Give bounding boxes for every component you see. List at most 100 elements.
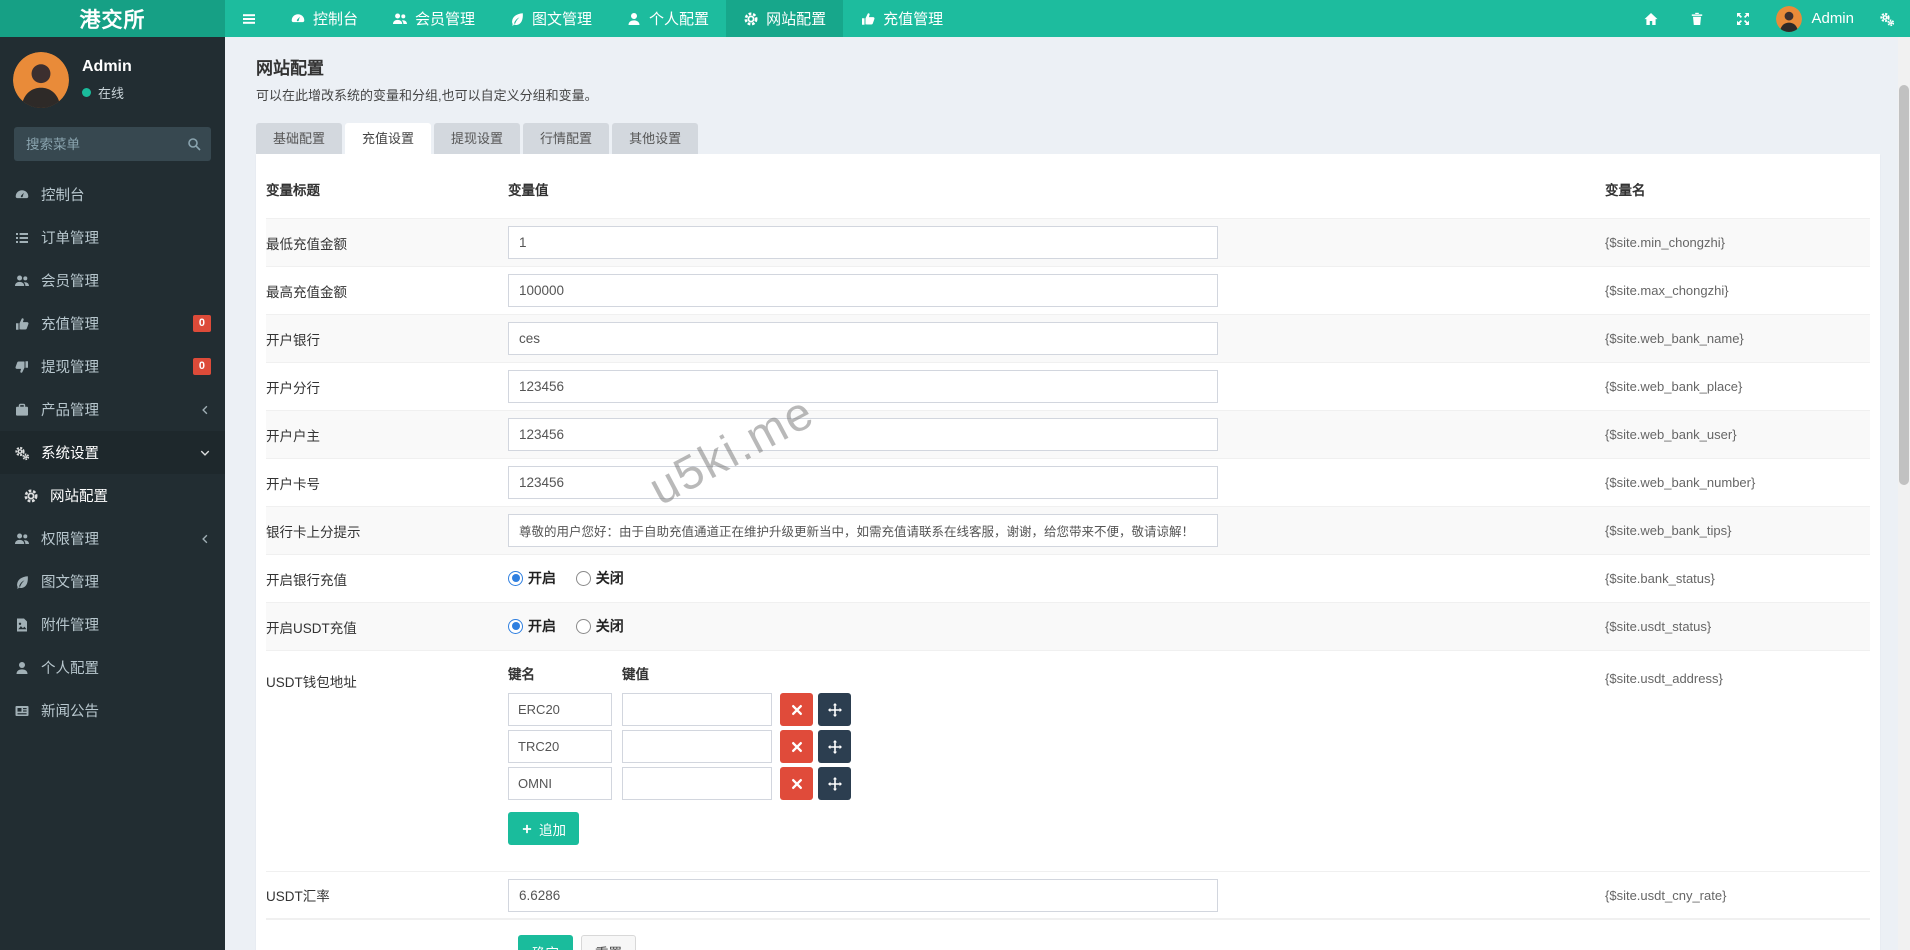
move-key-button[interactable]	[818, 730, 851, 763]
kv-key-input[interactable]	[508, 767, 612, 800]
variable-name: {$site.web_bank_place}	[1605, 379, 1870, 394]
form-row-bank-name: 开户银行 {$site.web_bank_name}	[266, 314, 1870, 362]
navbar-right: Admin	[1628, 0, 1910, 37]
usdt-status-on-radio[interactable]: 开启	[508, 616, 556, 636]
move-icon	[827, 739, 843, 755]
brand-logo[interactable]: 港交所	[0, 0, 225, 37]
leaf-icon	[14, 574, 30, 590]
sidebar-item-news[interactable]: 新闻公告	[0, 689, 225, 732]
submit-button[interactable]: 确定	[518, 935, 573, 950]
sidebar-item-profile[interactable]: 个人配置	[0, 646, 225, 689]
delete-key-button[interactable]	[780, 693, 813, 726]
scrollbar-thumb[interactable]	[1899, 85, 1909, 485]
append-button-label: 追加	[539, 819, 566, 839]
column-header-value: 变量值	[508, 179, 1605, 199]
file-image-icon	[14, 617, 30, 633]
nav-item-label: 会员管理	[415, 8, 475, 29]
form-row-bank-status: 开启银行充值 开启 关闭 {$site.bank_status}	[266, 554, 1870, 602]
move-key-button[interactable]	[818, 693, 851, 726]
bank-status-on-radio[interactable]: 开启	[508, 568, 556, 588]
nav-item-dashboard[interactable]: 控制台	[273, 0, 375, 37]
nav-item-content[interactable]: 图文管理	[492, 0, 609, 37]
field-label: 最高充值金额	[266, 281, 508, 301]
sidebar-item-label: 网站配置	[50, 485, 108, 506]
sidebar-item-site-config[interactable]: 网站配置	[0, 474, 225, 517]
sidebar-item-members[interactable]: 会员管理	[0, 259, 225, 302]
field-label: 开户户主	[266, 425, 508, 445]
usdt-rate-input[interactable]	[508, 879, 1218, 912]
sidebar-item-label: 新闻公告	[41, 700, 99, 721]
field-label: 开户分行	[266, 377, 508, 397]
gears-icon	[14, 445, 30, 461]
tab-market-config[interactable]: 行情配置	[523, 123, 609, 154]
kv-key-input[interactable]	[508, 730, 612, 763]
sidebar-toggle-button[interactable]	[225, 0, 273, 37]
radio-selected-icon	[508, 571, 523, 586]
fullscreen-button[interactable]	[1720, 11, 1766, 27]
bank-tips-input[interactable]	[508, 514, 1218, 547]
table-header: 变量标题 变量值 变量名	[266, 164, 1870, 218]
kv-value-input[interactable]	[622, 730, 772, 763]
kv-value-input[interactable]	[622, 767, 772, 800]
sidebar-item-orders[interactable]: 订单管理	[0, 216, 225, 259]
usdt-status-off-radio[interactable]: 关闭	[576, 616, 624, 636]
users-icon	[14, 273, 30, 289]
nav-item-recharge[interactable]: 充值管理	[843, 0, 960, 37]
bank-status-off-radio[interactable]: 关闭	[576, 568, 624, 588]
form-row-bank-card-number: 开户卡号 {$site.web_bank_number}	[266, 458, 1870, 506]
user-menu[interactable]: Admin	[1766, 6, 1864, 32]
bank-branch-input[interactable]	[508, 370, 1218, 403]
sidebar-item-permissions[interactable]: 权限管理	[0, 517, 225, 560]
column-header-name: 变量名	[1605, 179, 1870, 199]
bank-card-number-input[interactable]	[508, 466, 1218, 499]
kv-value-input[interactable]	[622, 693, 772, 726]
avatar	[13, 52, 69, 108]
sidebar-item-system-settings[interactable]: 系统设置	[0, 431, 225, 474]
sidebar-item-dashboard[interactable]: 控制台	[0, 173, 225, 216]
sidebar-item-withdraw[interactable]: 提现管理 0	[0, 345, 225, 388]
hamburger-icon	[241, 11, 257, 27]
nav-item-label: 控制台	[313, 8, 358, 29]
tab-other-settings[interactable]: 其他设置	[612, 123, 698, 154]
sidebar-item-recharge[interactable]: 充值管理 0	[0, 302, 225, 345]
sidebar-item-content[interactable]: 图文管理	[0, 560, 225, 603]
kv-key-header: 键名	[508, 663, 622, 683]
sidebar-item-attachments[interactable]: 附件管理	[0, 603, 225, 646]
chevron-left-icon	[199, 404, 211, 416]
bank-name-input[interactable]	[508, 322, 1218, 355]
delete-key-button[interactable]	[780, 767, 813, 800]
page-scrollbar[interactable]	[1898, 37, 1910, 950]
tab-basic-config[interactable]: 基础配置	[256, 123, 342, 154]
tab-recharge-settings[interactable]: 充值设置	[345, 123, 431, 154]
tab-withdraw-settings[interactable]: 提现设置	[434, 123, 520, 154]
max-recharge-input[interactable]	[508, 274, 1218, 307]
nav-item-site-config[interactable]: 网站配置	[726, 0, 843, 37]
delete-key-button[interactable]	[780, 730, 813, 763]
search-input[interactable]	[14, 127, 211, 161]
sidebar-item-products[interactable]: 产品管理	[0, 388, 225, 431]
variable-name: {$site.usdt_cny_rate}	[1605, 888, 1870, 903]
radio-label: 关闭	[596, 616, 624, 636]
move-icon	[827, 702, 843, 718]
x-icon	[789, 739, 805, 755]
search-icon[interactable]	[186, 136, 202, 152]
move-key-button[interactable]	[818, 767, 851, 800]
home-button[interactable]	[1628, 11, 1674, 27]
nav-item-members[interactable]: 会员管理	[375, 0, 492, 37]
settings-button[interactable]	[1864, 11, 1910, 27]
sidebar-item-label: 权限管理	[41, 528, 99, 549]
nav-item-profile[interactable]: 个人配置	[609, 0, 726, 37]
kv-value-header: 键值	[622, 663, 736, 683]
reset-button[interactable]: 重置	[581, 935, 636, 950]
clear-cache-button[interactable]	[1674, 11, 1720, 27]
radio-selected-icon	[508, 619, 523, 634]
kv-key-input[interactable]	[508, 693, 612, 726]
bank-holder-input[interactable]	[508, 418, 1218, 451]
variable-name: {$site.web_bank_tips}	[1605, 523, 1870, 538]
chevron-left-icon	[199, 533, 211, 545]
form-row-max-recharge: 最高充值金额 {$site.max_chongzhi}	[266, 266, 1870, 314]
min-recharge-input[interactable]	[508, 226, 1218, 259]
briefcase-icon	[14, 402, 30, 418]
append-key-button[interactable]: 追加	[508, 812, 579, 845]
form-row-usdt-address: USDT钱包地址 键名 键值	[266, 650, 1870, 859]
